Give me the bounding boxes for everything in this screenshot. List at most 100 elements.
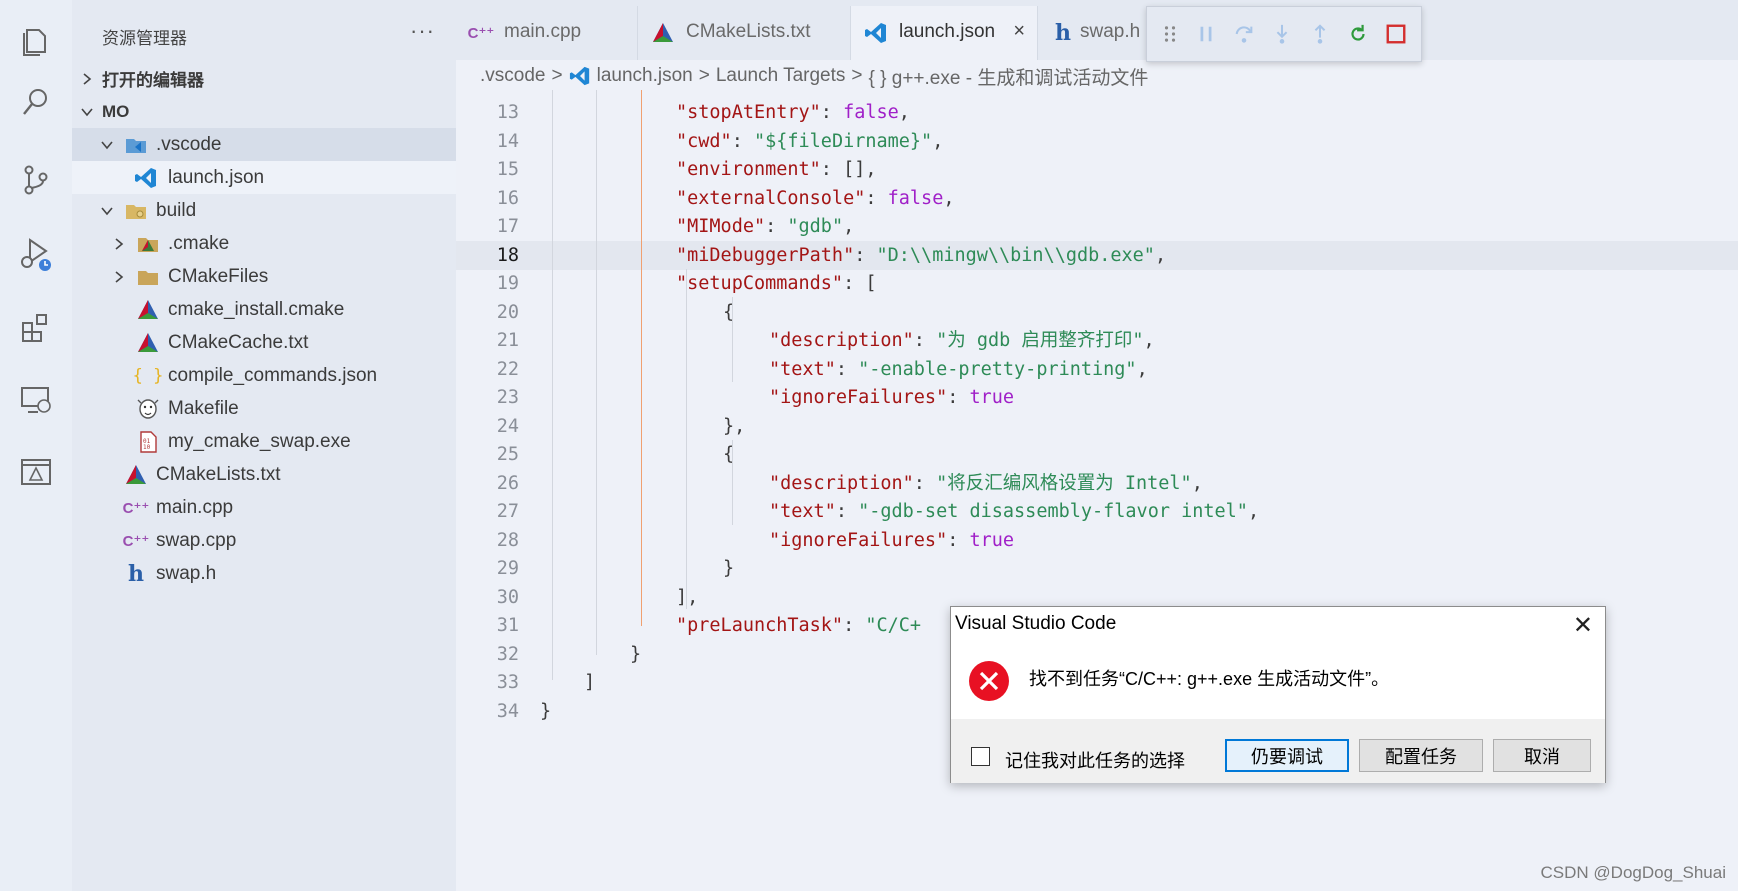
code-line[interactable]: 26 "description": "将反汇编风格设置为 Intel",: [456, 469, 1738, 498]
code-token-val: true: [969, 387, 1015, 408]
breadcrumb-separator: >: [551, 65, 563, 86]
tab-swap-h[interactable]: h swap.h: [1038, 6, 1140, 60]
chevron-down-icon: [81, 107, 93, 116]
tab-launch-json[interactable]: launch.json ×: [851, 6, 1038, 60]
line-number: 17: [496, 216, 519, 237]
search-icon[interactable]: [16, 82, 56, 122]
code-text: }: [723, 554, 734, 583]
tab-main-cpp[interactable]: C⁺⁺ main.cpp: [456, 6, 638, 60]
code-line[interactable]: 22 "text": "-enable-pretty-printing",: [456, 355, 1738, 384]
tab-cmakelists[interactable]: CMakeLists.txt: [638, 6, 851, 60]
run-debug-icon[interactable]: [16, 234, 56, 274]
code-line[interactable]: 24},: [456, 412, 1738, 441]
cmake-panel-icon[interactable]: [16, 452, 56, 492]
drag-handle-icon[interactable]: [1157, 21, 1183, 47]
code-token-key: "cwd": [676, 130, 732, 152]
tree-file-cmakecache[interactable]: CMakeCache.txt: [72, 326, 456, 359]
remember-choice-label[interactable]: 记住我对此任务的选择: [1005, 747, 1185, 773]
tree-folder-cmakefiles[interactable]: CMakeFiles: [72, 260, 456, 293]
header-file-icon: h: [128, 560, 144, 587]
code-line[interactable]: 17 "MIMode": "gdb",: [456, 212, 1738, 241]
code-line[interactable]: 16 "externalConsole": false,: [456, 184, 1738, 213]
tab-close-icon[interactable]: ×: [1013, 20, 1025, 43]
code-line[interactable]: 18 "miDebuggerPath": "D:\\mingw\\bin\\gdb…: [456, 240, 1738, 270]
code-token-rest: :: [865, 187, 888, 209]
code-text: "preLaunchTask": "C/C+: [676, 611, 921, 640]
breadcrumb-folder[interactable]: .vscode: [480, 65, 545, 87]
tree-folder-cmake[interactable]: .cmake: [72, 227, 456, 260]
tree-file-cmake-install[interactable]: cmake_install.cmake: [72, 293, 456, 326]
restart-icon[interactable]: [1345, 21, 1371, 47]
workspace-root[interactable]: MO: [72, 95, 456, 128]
code-text: }: [630, 640, 641, 669]
code-line[interactable]: 20{: [456, 298, 1738, 327]
code-line[interactable]: 13 "stopAtEntry": false,: [456, 98, 1738, 127]
cpp-icon: C⁺⁺: [122, 499, 150, 517]
code-line[interactable]: 25{: [456, 440, 1738, 469]
code-token-val: false: [843, 102, 899, 123]
debug-toolbar: [1146, 6, 1422, 62]
tree-label: compile_commands.json: [168, 364, 378, 386]
cancel-button[interactable]: 取消: [1493, 739, 1591, 772]
code-line[interactable]: 14 "cwd": "${fileDirname}",: [456, 127, 1738, 156]
code-line[interactable]: 21 "description": "为 gdb 启用整齐打印",: [456, 326, 1738, 355]
tree-label: .vscode: [156, 133, 222, 155]
tree-file-compile-commands[interactable]: { } compile_commands.json: [72, 359, 456, 392]
tree-file-makefile[interactable]: Makefile: [72, 392, 456, 425]
line-number: 32: [496, 643, 519, 665]
tree-file-swap-h[interactable]: h swap.h: [72, 557, 456, 590]
breadcrumb-section[interactable]: Launch Targets: [716, 65, 846, 87]
code-line[interactable]: 19 "setupCommands": [: [456, 269, 1738, 298]
debug-anyway-button[interactable]: 仍要调试: [1225, 739, 1349, 772]
code-line[interactable]: 28 "ignoreFailures": true: [456, 526, 1738, 555]
step-into-icon[interactable]: [1269, 21, 1295, 47]
code-token-rest: :: [820, 102, 844, 123]
breadcrumb-file[interactable]: launch.json: [597, 65, 693, 87]
tree-label: .cmake: [168, 232, 230, 254]
build-folder-icon: [124, 199, 148, 223]
more-actions-icon[interactable]: ···: [410, 18, 435, 44]
breadcrumb: .vscode > launch.json > Launch Targets >…: [480, 63, 1154, 90]
extensions-icon[interactable]: [16, 308, 56, 348]
cmake-icon: [136, 331, 160, 355]
source-control-icon[interactable]: [16, 160, 56, 200]
step-over-icon[interactable]: [1231, 21, 1257, 47]
tree-file-swap-cpp[interactable]: C⁺⁺ swap.cpp: [72, 524, 456, 557]
code-token-rest: :: [765, 216, 788, 237]
explorer-icon[interactable]: [16, 20, 56, 60]
code-token-key: "text": [769, 358, 836, 380]
cpp-icon: C⁺⁺: [122, 532, 150, 550]
step-out-icon[interactable]: [1307, 21, 1333, 47]
dialog-close-icon[interactable]: ✕: [1573, 611, 1593, 640]
code-text: "ignoreFailures": true: [769, 383, 1014, 412]
tree-folder-vscode[interactable]: .vscode: [72, 128, 456, 161]
cpp-icon: C⁺⁺: [467, 25, 495, 42]
tree-file-main-cpp[interactable]: C⁺⁺ main.cpp: [72, 491, 456, 524]
code-line[interactable]: 27 "text": "-gdb-set disassembly-flavor i…: [456, 497, 1738, 526]
pause-icon[interactable]: [1193, 21, 1219, 47]
code-token-rest: :: [835, 501, 859, 522]
code-line[interactable]: 29}: [456, 554, 1738, 583]
cmake-icon: [136, 298, 160, 322]
code-token-val: "gdb": [787, 216, 844, 237]
cmake-icon: [124, 463, 148, 487]
remote-explorer-icon[interactable]: [16, 380, 56, 420]
code-line[interactable]: 15 "environment": [],: [456, 155, 1738, 184]
indent-guide: [732, 440, 733, 525]
tree-file-cmakelists[interactable]: CMakeLists.txt: [72, 458, 456, 491]
stop-icon[interactable]: [1383, 21, 1409, 47]
breadcrumb-item[interactable]: { } g++.exe - 生成和调试活动文件: [869, 63, 1149, 90]
open-editors-section[interactable]: 打开的编辑器: [72, 62, 456, 95]
code-line[interactable]: 23 "ignoreFailures": true: [456, 383, 1738, 412]
line-number: 33: [496, 672, 519, 693]
cmake-icon: [650, 21, 676, 45]
line-number: 22: [496, 358, 519, 380]
tree-file-launch-json[interactable]: launch.json: [72, 161, 456, 194]
tree-folder-build[interactable]: build: [72, 194, 456, 227]
tab-label: launch.json: [899, 21, 996, 42]
chevron-down-icon: [101, 206, 113, 215]
remember-choice-checkbox[interactable]: [971, 747, 990, 766]
tree-file-exe[interactable]: 01 10 my_cmake_swap.exe: [72, 425, 456, 458]
configure-task-button[interactable]: 配置任务: [1359, 739, 1483, 772]
tree-label: CMakeLists.txt: [156, 463, 281, 485]
